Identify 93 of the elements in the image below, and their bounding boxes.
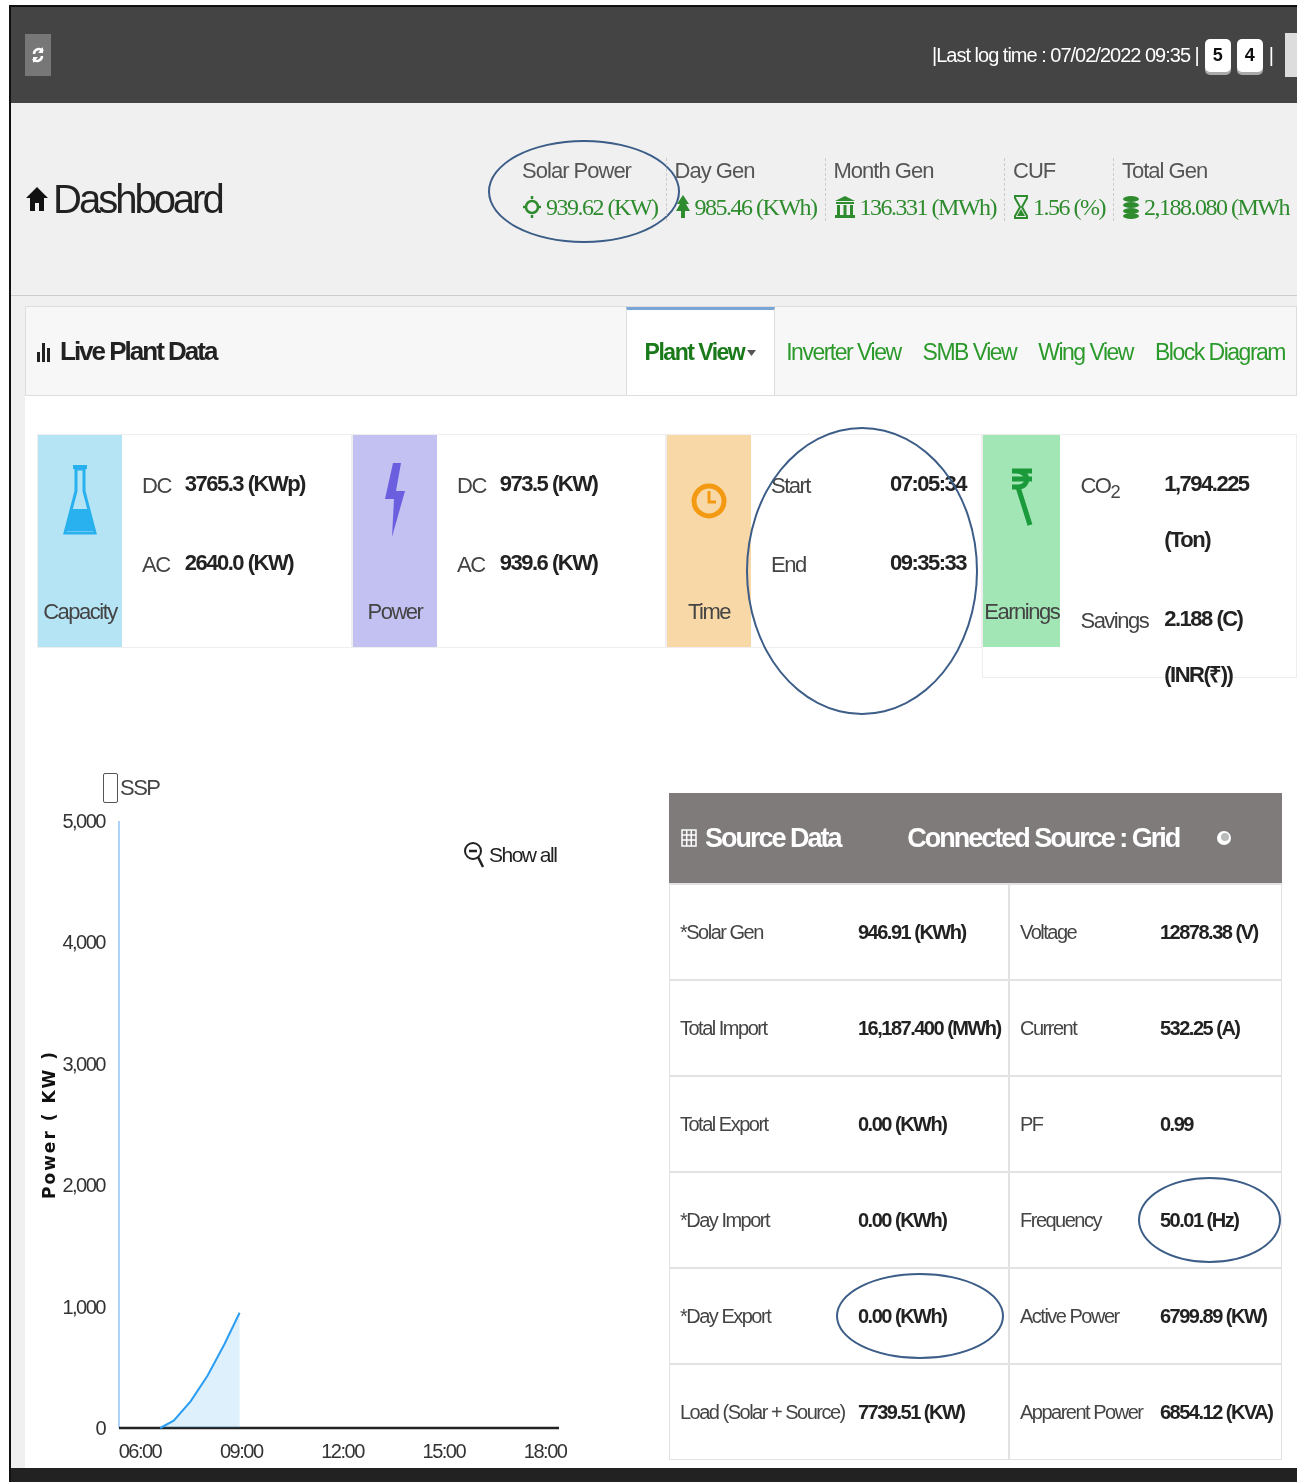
field-label: AC bbox=[142, 552, 171, 579]
table-cell: 0.00 (KWh) bbox=[848, 1076, 1009, 1172]
view-tab[interactable]: Plant View bbox=[625, 307, 776, 395]
table-cell: 0.99 bbox=[1150, 1076, 1282, 1172]
stat-label: Day Gen bbox=[674, 157, 756, 184]
x-tick-label: 15:00 bbox=[422, 1440, 466, 1462]
y-tick-label: 0 bbox=[95, 1417, 105, 1439]
field-value: 939.6 (KW) bbox=[499, 549, 598, 577]
table-cell: 50.01 (Hz) bbox=[1150, 1172, 1282, 1268]
field-value: 973.5 (KW) bbox=[499, 470, 598, 498]
table-cell: Current bbox=[1009, 980, 1150, 1076]
view-tab[interactable]: SMB View bbox=[911, 307, 1028, 395]
page-title: Dashboard bbox=[53, 176, 222, 222]
view-tab[interactable]: Inverter View bbox=[775, 307, 912, 395]
stat-value: 985.46 (KWh) bbox=[694, 193, 817, 221]
stat-value: 939.62 (KW) bbox=[546, 193, 658, 221]
table-cell: Apparent Power bbox=[1009, 1364, 1150, 1460]
sun-icon bbox=[522, 194, 543, 220]
table-cell: 0.00 (KWh) bbox=[848, 1172, 1009, 1268]
table-cell: PF bbox=[1009, 1076, 1150, 1172]
refresh-icon bbox=[31, 45, 45, 65]
view-tab[interactable]: Wing View bbox=[1027, 307, 1144, 395]
field-label: Start bbox=[771, 473, 810, 500]
log-time: |Last log time : 07/02/2022 09:35 | bbox=[932, 43, 1199, 67]
table-cell: Total Import bbox=[669, 980, 848, 1076]
refresh-button[interactable] bbox=[25, 34, 51, 76]
x-tick-label: 18:00 bbox=[523, 1440, 567, 1462]
grid-icon bbox=[681, 829, 697, 847]
field-label: End bbox=[771, 552, 807, 579]
connected-source: Connected Source : Grid bbox=[906, 822, 1181, 854]
stat-label: Total Gen bbox=[1122, 157, 1209, 184]
home-icon bbox=[25, 185, 49, 213]
table-cell: 0.00 (KWh) bbox=[848, 1268, 1009, 1364]
table-cell: 6854.12 (KVA) bbox=[1150, 1364, 1282, 1460]
field-value: 09:35:33 bbox=[889, 549, 967, 577]
table-cell: 7739.51 (KW) bbox=[848, 1364, 1009, 1460]
table-cell: Active Power bbox=[1009, 1268, 1150, 1364]
table-cell: *Solar Gen bbox=[669, 884, 848, 980]
x-tick-label: 09:00 bbox=[219, 1440, 263, 1462]
stat-label: Month Gen bbox=[833, 157, 935, 184]
y-tick-label: 4,000 bbox=[62, 931, 105, 954]
card-label: Power bbox=[367, 599, 423, 625]
field-label: AC bbox=[457, 552, 486, 579]
table-cell: 6799.89 (KW) bbox=[1150, 1268, 1282, 1364]
table-title: Source Data bbox=[705, 822, 841, 854]
hourglass-icon bbox=[1013, 194, 1030, 220]
x-tick-label: 06:00 bbox=[118, 1440, 162, 1462]
separator-text: | bbox=[1268, 43, 1273, 67]
panel-title: Live Plant Data bbox=[60, 335, 217, 367]
number-key[interactable]: 5 bbox=[1204, 38, 1231, 72]
info-icon bbox=[1216, 830, 1232, 846]
field-label: Savings bbox=[1080, 608, 1149, 635]
field-label: DC bbox=[457, 473, 486, 500]
field-value: 3765.3 (KWp) bbox=[184, 470, 305, 498]
table-cell: 16,187.400 (MWh) bbox=[848, 980, 1009, 1076]
table-cell: 946.91 (KWh) bbox=[848, 884, 1009, 980]
stat-label: Solar Power bbox=[522, 157, 633, 184]
stat-value: 136.331 (MWh) bbox=[859, 193, 997, 221]
field-value: 2640.0 (KW) bbox=[184, 549, 295, 577]
table-cell: *Day Export bbox=[669, 1268, 848, 1364]
table-cell: Frequency bbox=[1009, 1172, 1150, 1268]
x-tick-label: 12:00 bbox=[321, 1440, 364, 1462]
table-cell: 12878.38 (V) bbox=[1150, 884, 1282, 980]
coins-icon bbox=[1122, 194, 1140, 220]
table-cell: Total Export bbox=[669, 1076, 848, 1172]
stat-label: CUF bbox=[1013, 157, 1057, 184]
field-label: CO$_{2}$ bbox=[1080, 473, 1121, 505]
y-tick-label: 5,000 bbox=[62, 810, 105, 832]
stat-value: 2,188.080 (MWh bbox=[1144, 193, 1289, 221]
stat-value: 1.56 (%) bbox=[1033, 193, 1105, 221]
y-tick-label: 2,000 bbox=[62, 1174, 105, 1197]
y-axis-title: Power ( KW ) bbox=[39, 1050, 59, 1199]
table-cell: Load (Solar + Source) bbox=[669, 1364, 848, 1460]
card-label: Time bbox=[687, 599, 731, 625]
field-value: 1,794.225 (Ton) bbox=[1164, 470, 1251, 554]
checkbox[interactable] bbox=[103, 773, 118, 803]
card-label: Earnings bbox=[984, 599, 1060, 625]
zoom-out-icon bbox=[463, 841, 485, 869]
card-label: Capacity bbox=[43, 599, 117, 625]
number-key[interactable]: 4 bbox=[1236, 38, 1263, 72]
field-value: 2.188 (C) (INR(₹)) bbox=[1164, 605, 1244, 689]
bank-icon bbox=[833, 194, 856, 220]
show-all-button[interactable]: Show all bbox=[463, 841, 557, 869]
table-cell: *Day Import bbox=[669, 1172, 848, 1268]
y-tick-label: 1,000 bbox=[62, 1295, 105, 1318]
legend-toggle[interactable]: SSP bbox=[103, 773, 160, 803]
table-cell: Voltage bbox=[1009, 884, 1150, 980]
view-tab[interactable]: Block Diagram bbox=[1143, 307, 1296, 395]
table-cell: 532.25 (A) bbox=[1150, 980, 1282, 1076]
field-label: DC bbox=[142, 473, 171, 500]
tree-icon bbox=[674, 194, 691, 220]
bar-chart-icon bbox=[36, 340, 52, 362]
y-tick-label: 3,000 bbox=[62, 1052, 105, 1075]
